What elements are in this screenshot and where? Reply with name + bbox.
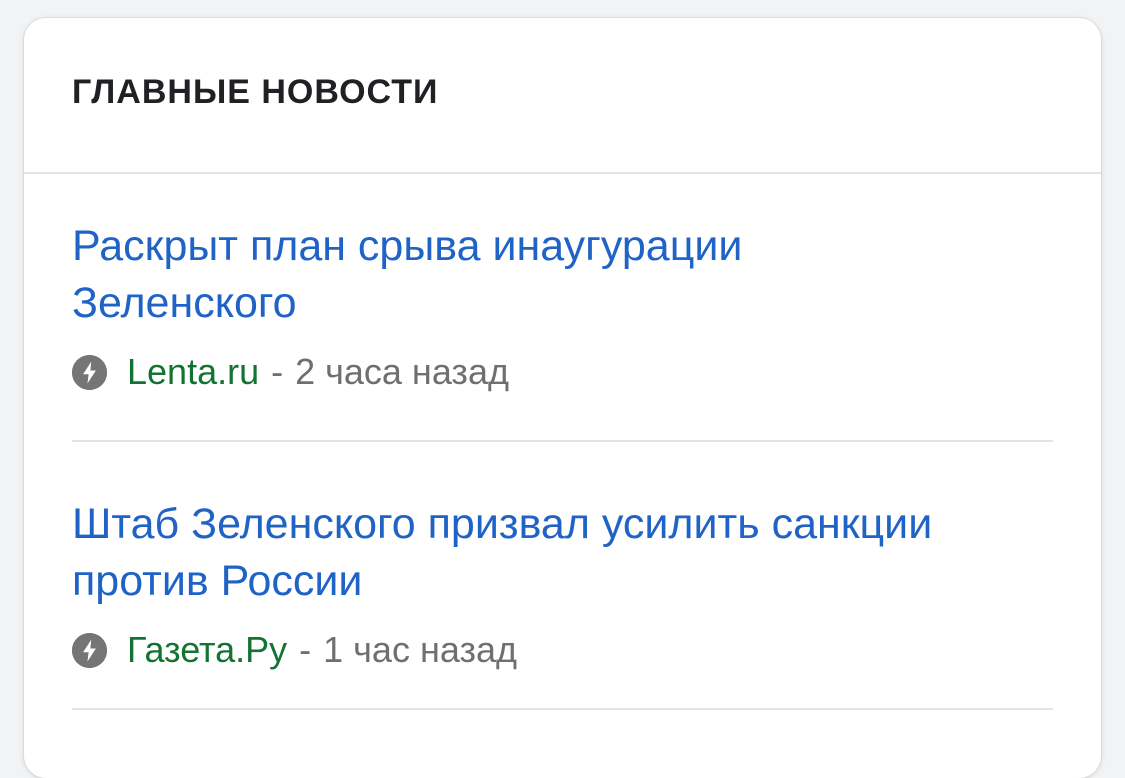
news-timestamp: 2 часа назад <box>295 351 509 392</box>
news-timestamp: 1 час назад <box>323 629 517 670</box>
news-separator: - <box>271 351 284 392</box>
news-list: Раскрыт план срыва инаугурации Зеленског… <box>24 174 1101 710</box>
card-header: ГЛАВНЫЕ НОВОСТИ <box>24 18 1101 174</box>
news-meta: Газета.Ру - 1 час назад <box>72 628 1053 672</box>
card-title: ГЛАВНЫЕ НОВОСТИ <box>72 72 439 111</box>
news-separator: - <box>299 629 312 670</box>
amp-lightning-icon <box>72 632 107 668</box>
top-stories-card: ГЛАВНЫЕ НОВОСТИ Раскрыт план срыва инауг… <box>24 18 1101 778</box>
news-item[interactable]: Раскрыт план срыва инаугурации Зеленског… <box>72 174 1053 442</box>
news-headline-link[interactable]: Штаб Зеленского призвал усилить санкции … <box>72 496 952 610</box>
news-source[interactable]: Газета.Ру <box>127 628 287 672</box>
news-headline-link[interactable]: Раскрыт план срыва инаугурации Зеленског… <box>72 218 952 332</box>
news-source[interactable]: Lenta.ru <box>127 350 259 394</box>
news-item[interactable]: Штаб Зеленского призвал усилить санкции … <box>72 442 1053 710</box>
amp-lightning-icon <box>72 354 107 390</box>
news-meta: Lenta.ru - 2 часа назад <box>72 350 1053 394</box>
